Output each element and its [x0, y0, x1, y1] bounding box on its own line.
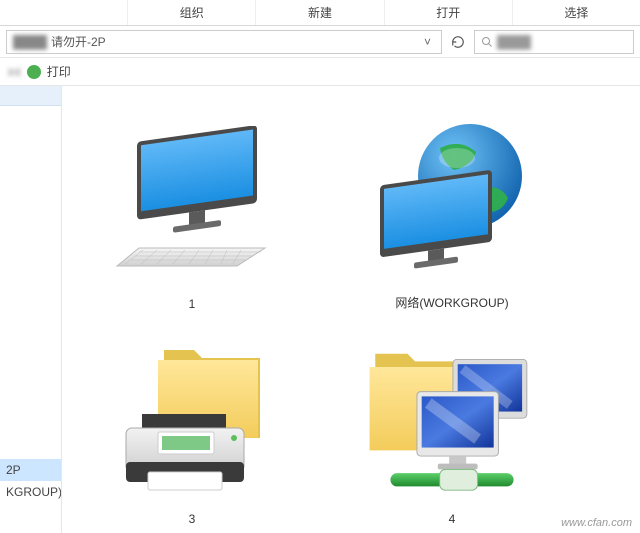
ribbon-tabs: 组织 新建 打开 选择 — [0, 0, 640, 26]
address-bar: ████ 请勿开-2P ˅ ████ — [0, 26, 640, 58]
item-label: 3 — [189, 512, 196, 526]
ribbon-tab-0[interactable] — [0, 0, 128, 25]
print-icon — [27, 65, 41, 79]
sidebar-pad — [0, 503, 61, 533]
item-label: 网络(WORKGROUP) — [395, 294, 508, 311]
folder-network-icon — [362, 336, 542, 506]
toolbar-left-text: int — [8, 65, 21, 79]
content-pane: 1 — [62, 86, 640, 533]
item-network[interactable]: 网络(WORKGROUP) — [322, 96, 582, 311]
sidebar-spacer — [0, 106, 61, 459]
address-text: 请勿开-2P — [51, 33, 106, 50]
ribbon-tab-open[interactable]: 打开 — [385, 0, 513, 25]
address-fragment: ████ — [13, 35, 47, 49]
refresh-button[interactable] — [448, 32, 468, 52]
ribbon-tab-new[interactable]: 新建 — [256, 0, 384, 25]
item-label: 4 — [449, 512, 456, 526]
sidebar-top-item[interactable] — [0, 86, 61, 106]
item-printer[interactable]: 3 — [62, 311, 322, 526]
icon-grid: 1 — [62, 96, 640, 526]
item-folder-network[interactable]: 4 — [322, 311, 582, 526]
computer-icon — [102, 121, 282, 291]
sidebar-item-kgroup[interactable]: KGROUP) — [0, 481, 61, 503]
address-box[interactable]: ████ 请勿开-2P ˅ — [6, 30, 442, 54]
ribbon-tab-organize[interactable]: 组织 — [128, 0, 256, 25]
print-button[interactable]: 打印 — [47, 63, 71, 80]
sidebar: 2P KGROUP) — [0, 86, 62, 533]
search-placeholder: ████ — [497, 35, 531, 49]
sidebar-item-2p[interactable]: 2P — [0, 459, 61, 481]
item-computer[interactable]: 1 — [62, 96, 322, 311]
body-area: 2P KGROUP) — [0, 86, 640, 533]
address-dropdown-icon[interactable]: ˅ — [420, 35, 435, 49]
item-label: 1 — [189, 297, 196, 311]
printer-folder-icon — [102, 336, 282, 506]
search-icon — [481, 36, 493, 48]
network-globe-icon — [362, 118, 542, 288]
search-input[interactable]: ████ — [474, 30, 634, 54]
ribbon-tab-select[interactable]: 选择 — [513, 0, 640, 25]
toolbar: int 打印 — [0, 58, 640, 86]
refresh-icon — [451, 35, 465, 49]
